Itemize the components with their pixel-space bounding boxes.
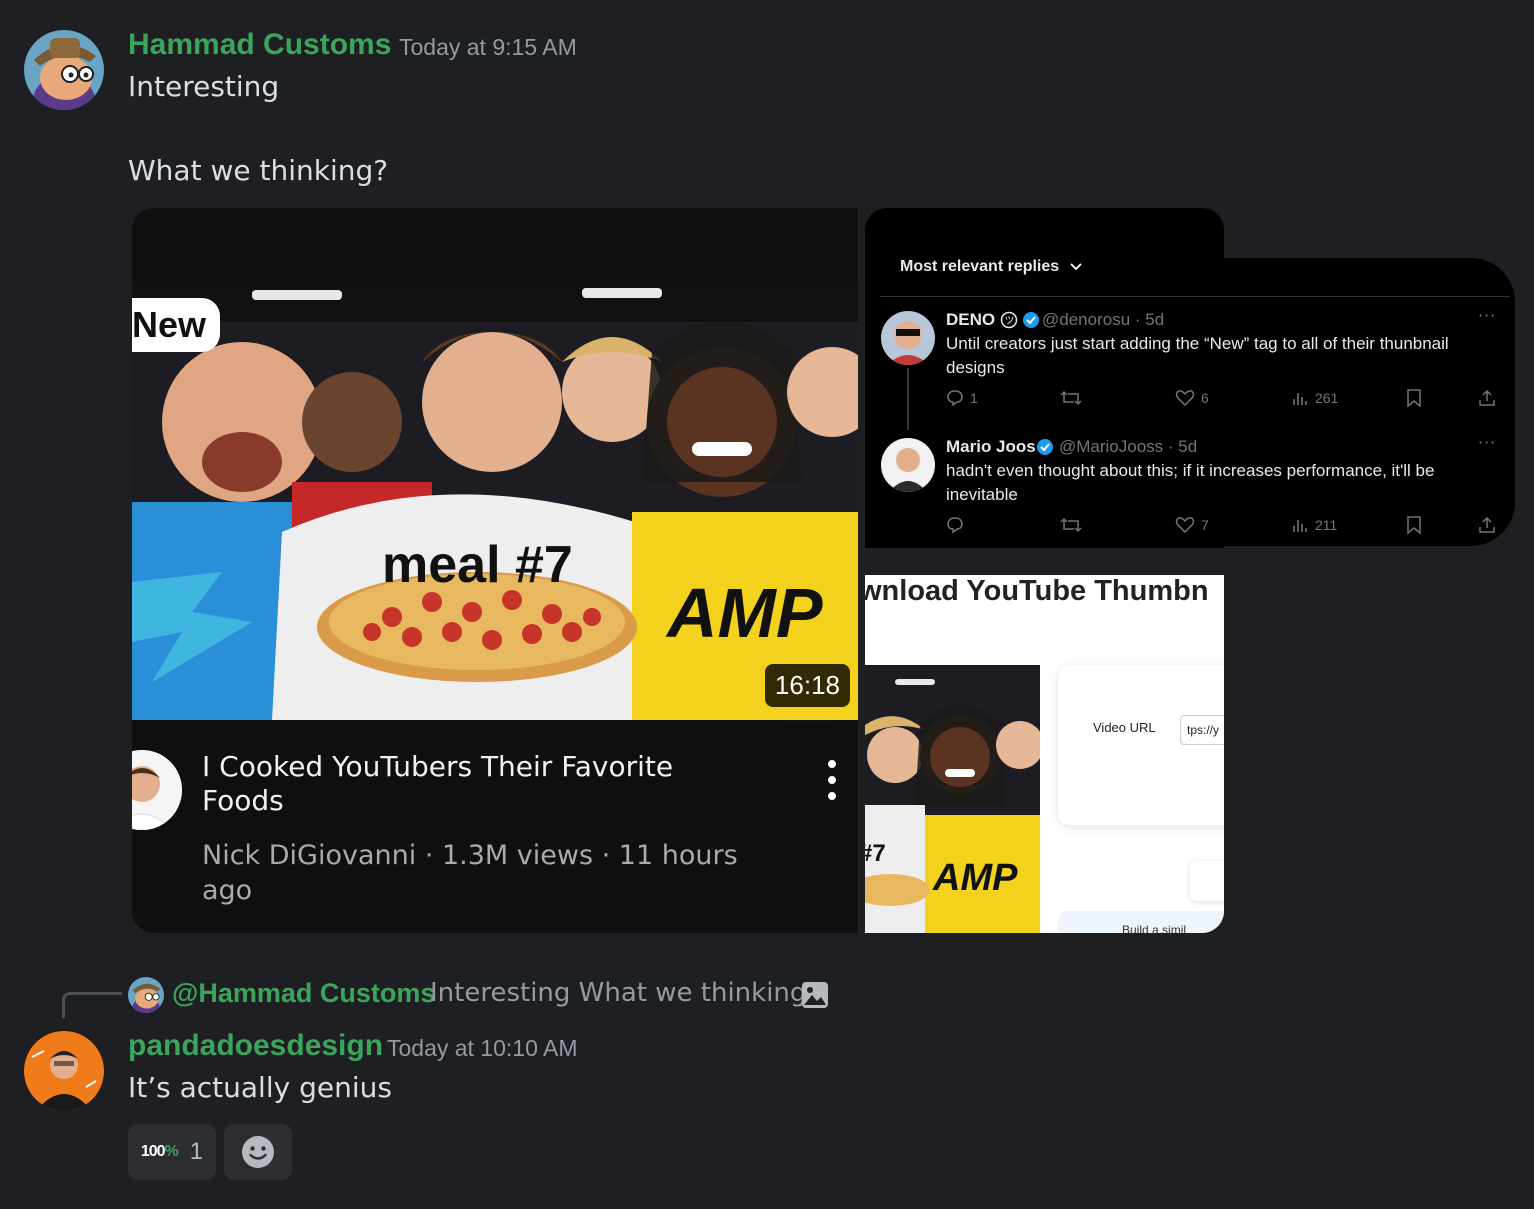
add-reaction-button[interactable] — [224, 1124, 292, 1180]
reaction-count: 1 — [189, 1138, 204, 1165]
message-author[interactable]: Hammad Customs — [128, 28, 391, 62]
reply-connector — [62, 992, 122, 1018]
video-url-input[interactable]: tps://y — [1180, 715, 1224, 745]
new-badge: New — [132, 298, 221, 352]
replies-sort-label: Most relevant replies — [900, 258, 1060, 275]
chevron-down-icon — [1070, 263, 1082, 271]
image-attachment-icon — [802, 982, 828, 1008]
svg-text:AMP: AMP — [665, 574, 823, 652]
reply-action[interactable]: 1 — [946, 389, 978, 407]
video-thumbnail: meal #7 AMP — [132, 282, 858, 720]
divider — [880, 296, 1510, 297]
more-icon[interactable]: ··· — [1478, 306, 1496, 325]
tweet-text: Until creators just start adding the “Ne… — [946, 334, 1449, 377]
mario-joos-avatar[interactable] — [881, 438, 935, 492]
views-action[interactable]: 261 — [1291, 389, 1338, 407]
message-text: It’s actually genius — [128, 1071, 392, 1104]
comment-icon — [947, 517, 963, 534]
youtube-screenshot-attachment[interactable]: meal #7 AMP New 16:18 I Cooked YouTubers… — [132, 208, 858, 933]
bookmark-icon[interactable] — [1406, 389, 1422, 407]
reply-mention[interactable]: @Hammad Customs — [172, 978, 435, 1009]
replies-sort-header[interactable]: Most relevant replies — [900, 258, 1083, 276]
heart-icon — [1175, 390, 1195, 407]
share-icon[interactable] — [1478, 389, 1496, 407]
more-options-icon[interactable] — [822, 758, 842, 802]
retweet-action[interactable] — [1060, 389, 1082, 407]
download-site-screenshot[interactable]: wnload YouTube Thumbn #7 AMP Video URL t… — [865, 575, 1224, 933]
tweet-author-name[interactable]: Mario Joos — [946, 437, 1036, 457]
message-line-2: What we thinking? — [128, 154, 389, 187]
svg-text:#7: #7 — [865, 840, 886, 867]
hammad-customs-avatar[interactable] — [24, 30, 104, 110]
svg-text:ツ: ツ — [1005, 316, 1015, 327]
reply-action[interactable] — [946, 516, 964, 534]
svg-text:AMP: AMP — [932, 857, 1018, 899]
retweet-icon — [1060, 390, 1082, 406]
views-icon — [1293, 520, 1307, 532]
site-title: wnload YouTube Thumbn — [865, 575, 1209, 607]
site-footer-banner: Build a simil — [1058, 911, 1224, 933]
bookmark-icon[interactable] — [1406, 516, 1422, 534]
heart-icon — [1175, 517, 1195, 534]
thread-line — [907, 368, 909, 430]
site-thumbnail-preview: #7 AMP — [865, 665, 1040, 933]
deno-avatar[interactable] — [881, 311, 935, 365]
video-meta: Nick DiGiovanni · 1.3M views · 11 hours … — [202, 840, 738, 906]
tweet-text: hadn't even thought about this; if it in… — [946, 461, 1435, 504]
pandadoesdesign-avatar[interactable] — [24, 1031, 104, 1111]
video-duration: 16:18 — [764, 664, 850, 707]
thumbnail-caption: meal #7 — [382, 536, 573, 594]
reaction-100[interactable]: 100% 1 — [128, 1124, 216, 1180]
smiley-icon — [242, 1136, 274, 1168]
message-timestamp: Today at 9:15 AM — [399, 34, 577, 60]
retweet-action[interactable] — [1060, 516, 1082, 534]
replied-user-avatar[interactable] — [128, 977, 164, 1013]
more-icon[interactable]: ··· — [1478, 433, 1496, 452]
comment-icon — [947, 390, 963, 407]
verified-icon — [1037, 439, 1053, 455]
hundred-emoji-icon: 100% — [140, 1143, 179, 1160]
like-action[interactable]: 6 — [1175, 389, 1209, 407]
verified-icon: ツ — [1000, 311, 1040, 329]
tweet-author-handle[interactable]: @MarioJooss · 5d — [1059, 437, 1197, 457]
tweet-author-name[interactable]: DENO — [946, 310, 995, 330]
like-count: 6 — [1201, 390, 1209, 406]
video-title[interactable]: I Cooked YouTubers Their Favorite Foods — [202, 750, 762, 818]
reply-preview-text[interactable]: Interesting What we thinking? — [430, 978, 820, 1008]
video-url-label: Video URL — [1093, 720, 1156, 735]
message-author[interactable]: pandadoesdesign — [128, 1029, 383, 1063]
views-action[interactable]: 211 — [1291, 516, 1337, 534]
reply-count: 1 — [970, 390, 978, 406]
message-line-1: Interesting — [128, 70, 280, 103]
like-count: 7 — [1201, 517, 1209, 533]
share-icon[interactable] — [1478, 516, 1496, 534]
message-timestamp: Today at 10:10 AM — [387, 1035, 578, 1061]
tweet-author-handle[interactable]: @denorosu · 5d — [1042, 310, 1164, 330]
retweet-icon — [1060, 517, 1082, 533]
views-count: 211 — [1315, 517, 1338, 533]
channel-avatar[interactable] — [132, 750, 182, 830]
url-form-panel — [1058, 665, 1224, 825]
views-count: 261 — [1315, 390, 1339, 406]
like-action[interactable]: 7 — [1175, 516, 1209, 534]
views-icon — [1293, 393, 1307, 405]
submit-button[interactable] — [1190, 861, 1224, 901]
